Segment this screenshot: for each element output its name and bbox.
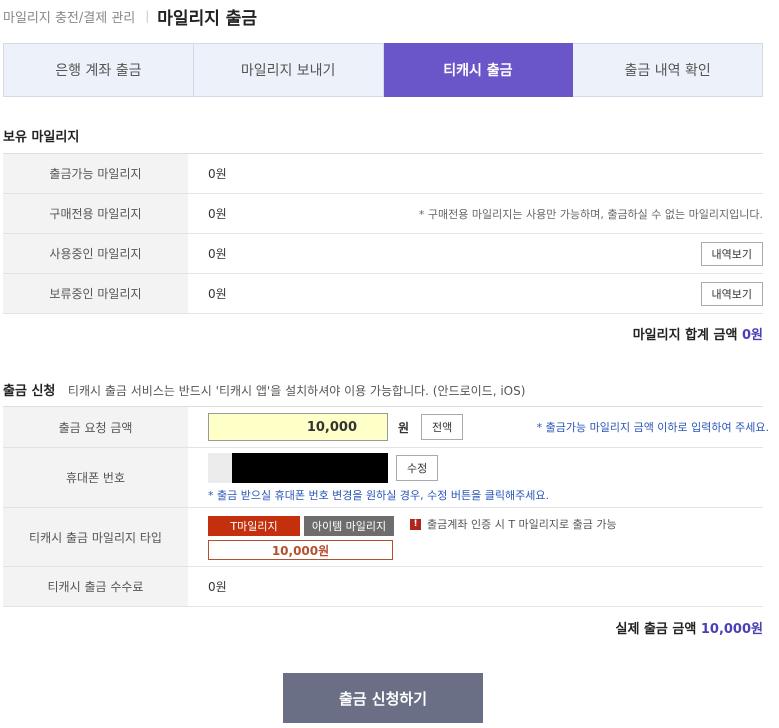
- row-value: 0원: [208, 247, 227, 261]
- row-label: 보류중인 마일리지: [3, 274, 188, 313]
- row-label: 출금 요청 금액: [3, 407, 188, 447]
- type-warning: ! 출금계좌 인증 시 T 마일리지로 출금 가능: [410, 516, 617, 532]
- request-table: 출금 요청 금액 10,000 원 전액 * 출금가능 마일리지 금액 이하로 …: [3, 406, 769, 607]
- t-mileage-button[interactable]: T마일리지: [208, 516, 300, 536]
- table-row: 출금 요청 금액 10,000 원 전액 * 출금가능 마일리지 금액 이하로 …: [3, 407, 769, 448]
- table-row: 휴대폰 번호 수정 * 출금 받으실 휴대폰 번호 변경을 원하실 경우, 수정…: [3, 448, 763, 508]
- tab-withdraw-history[interactable]: 출금 내역 확인: [573, 43, 763, 97]
- in-use-mileage-value: 0원 내역보기: [188, 234, 763, 273]
- amount-input[interactable]: 10,000: [208, 413, 388, 441]
- row-label: 구매전용 마일리지: [3, 194, 188, 233]
- table-row: 보류중인 마일리지 0원 내역보기: [3, 274, 763, 314]
- type-amount: 10,000원: [208, 540, 393, 560]
- actual-label: 실제 출금 금액: [615, 622, 697, 637]
- pending-mileage-value: 0원 내역보기: [188, 274, 763, 313]
- row-value: 0원: [208, 207, 227, 221]
- purchase-mileage-value: 0원 * 구매전용 마일리지는 사용만 가능하며, 출금하실 수 없는 마일리지…: [188, 194, 763, 233]
- in-use-history-button[interactable]: 내역보기: [700, 241, 763, 266]
- row-label: 출금가능 마일리지: [3, 154, 188, 193]
- available-mileage-value: 0원: [188, 154, 763, 193]
- type-options: T마일리지 아이템 마일리지: [208, 516, 394, 536]
- phone-prefix: [208, 453, 232, 483]
- tab-bank-withdraw[interactable]: 은행 계좌 출금: [3, 43, 194, 97]
- phone-note: * 출금 받으실 휴대폰 번호 변경을 원하실 경우, 수정 버튼을 클릭해주세…: [208, 489, 549, 502]
- breadcrumb[interactable]: 마일리지 충전/결제 관리: [3, 7, 135, 26]
- row-label: 사용중인 마일리지: [3, 234, 188, 273]
- page-header: 마일리지 충전/결제 관리 | 마일리지 출금: [3, 0, 257, 32]
- total-label: 마일리지 합계 금액: [632, 328, 738, 343]
- fee-cell: 0원: [188, 567, 763, 606]
- table-row: 티캐시 출금 마일리지 타입 T마일리지 아이템 마일리지 ! 출금계좌 인증 …: [3, 508, 763, 567]
- all-amount-button[interactable]: 전액: [421, 414, 464, 440]
- type-warning-text: 출금계좌 인증 시 T 마일리지로 출금 가능: [427, 518, 617, 531]
- holdings-table: 출금가능 마일리지 0원 구매전용 마일리지 0원 * 구매전용 마일리지는 사…: [3, 153, 763, 314]
- table-row: 사용중인 마일리지 0원 내역보기: [3, 234, 763, 274]
- amount-note: * 출금가능 마일리지 금액 이하로 입력하여 주세요.: [536, 421, 769, 434]
- request-title: 출금 신청 티캐시 출금 서비스는 반드시 '티캐시 앱'을 설치하셔야 이용 …: [3, 380, 525, 399]
- row-value: 0원: [208, 287, 227, 301]
- edit-phone-button[interactable]: 수정: [396, 455, 439, 481]
- breadcrumb-separator: |: [145, 9, 150, 23]
- amount-unit: 원: [398, 420, 410, 435]
- phone-cell: 수정 * 출금 받으실 휴대폰 번호 변경을 원하실 경우, 수정 버튼을 클릭…: [188, 448, 763, 507]
- phone-number-redacted: [232, 453, 388, 483]
- actual-value: 10,000원: [700, 622, 763, 637]
- fee-value: 0원: [208, 580, 227, 594]
- purchase-mileage-note: * 구매전용 마일리지는 사용만 가능하며, 출금하실 수 없는 마일리지입니다…: [418, 207, 763, 221]
- actual-total: 실제 출금 금액 10,000원: [616, 618, 763, 637]
- table-row: 티캐시 출금 수수료 0원: [3, 567, 763, 607]
- row-label: 티캐시 출금 마일리지 타입: [3, 508, 188, 566]
- row-label: 휴대폰 번호: [3, 448, 188, 507]
- page-title: 마일리지 출금: [157, 8, 258, 29]
- submit-withdraw-button[interactable]: 출금 신청하기: [283, 673, 483, 723]
- holdings-title: 보유 마일리지: [3, 130, 80, 145]
- withdraw-tabs: 은행 계좌 출금 마일리지 보내기 티캐시 출금 출금 내역 확인: [3, 43, 763, 97]
- amount-cell: 10,000 원 전액 * 출금가능 마일리지 금액 이하로 입력하여 주세요.: [188, 407, 769, 447]
- request-title-text: 출금 신청: [3, 384, 56, 399]
- mileage-total: 마일리지 합계 금액 0원: [633, 324, 763, 343]
- row-value: 0원: [208, 167, 227, 181]
- total-value: 0원: [741, 328, 763, 343]
- warning-icon: !: [410, 518, 421, 530]
- pending-history-button[interactable]: 내역보기: [700, 281, 763, 306]
- tab-tcash-withdraw[interactable]: 티캐시 출금: [383, 43, 574, 97]
- table-row: 구매전용 마일리지 0원 * 구매전용 마일리지는 사용만 가능하며, 출금하실…: [3, 194, 763, 234]
- type-cell: T마일리지 아이템 마일리지 ! 출금계좌 인증 시 T 마일리지로 출금 가능…: [188, 508, 763, 566]
- item-mileage-button[interactable]: 아이템 마일리지: [304, 516, 394, 536]
- row-label: 티캐시 출금 수수료: [3, 567, 188, 606]
- table-row: 출금가능 마일리지 0원: [3, 154, 763, 194]
- request-description: 티캐시 출금 서비스는 반드시 '티캐시 앱'을 설치하셔야 이용 가능합니다.…: [67, 384, 526, 398]
- tab-send-mileage[interactable]: 마일리지 보내기: [193, 43, 384, 97]
